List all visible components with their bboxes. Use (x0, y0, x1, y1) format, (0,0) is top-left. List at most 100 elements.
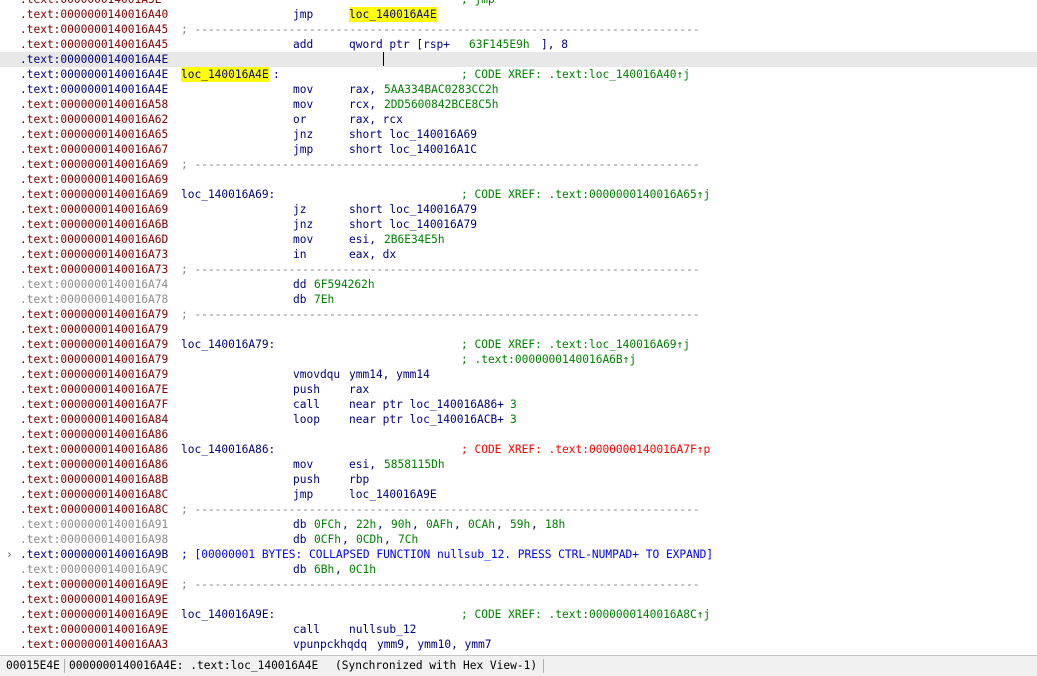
instruction-mnemonic: push (293, 383, 320, 396)
xref-comment[interactable]: ; CODE XREF: .text:0000000140016A65↑j (461, 187, 710, 202)
listing-line[interactable]: .text:0000000140016A9E (0, 592, 1037, 607)
listing-line[interactable]: .text:0000000140016A58 mov rcx, 2DD5600842… (0, 97, 1037, 112)
listing-line[interactable]: .text:0000000140016A4E loc_140016A4E: ; CO… (0, 67, 1037, 82)
line-address: .text:0000000140016A78 (20, 293, 169, 306)
numeric-constant: 90h (391, 518, 412, 531)
separator-line: ; --------------------------------------… (181, 503, 700, 516)
instruction-mnemonic: call (293, 398, 320, 411)
listing-line[interactable]: .text:0000000140016A73 in eax, dx (0, 247, 1037, 262)
line-address: .text:0000000140016A7E (20, 383, 169, 396)
listing-line[interactable]: .text:0000000140016A40 jmp loc_140016A4E (0, 7, 1037, 22)
listing-line[interactable]: .text:0000000140016A86 loc_140016A86: ; CO… (0, 442, 1037, 457)
xref-comment[interactable]: ; CODE XREF: .text:0000000140016A7F↑p (461, 442, 710, 457)
listing-line[interactable]: .text:0000000140016AA3 vpunpckhqdq ymm9, y… (0, 637, 1037, 652)
listing-line[interactable]: .text:0000000140016A74 dd 6F594262h (0, 277, 1037, 292)
numeric-constant: 18h (545, 518, 566, 531)
listing-line[interactable]: .text:0000000140016A9C db 6Bh, 0C1h (0, 562, 1037, 577)
listing-line[interactable]: .text:0000000140016A45 add qword ptr [rsp+… (0, 37, 1037, 52)
xref-comment[interactable]: ; jmp (461, 0, 495, 7)
listing-line[interactable]: .text:0000000140016A69 (0, 172, 1037, 187)
xref-comment[interactable]: ; CODE XREF: .text:loc_140016A40↑j (461, 67, 690, 82)
listing-line[interactable]: .text:0000000140016A9E call nullsub_12 (0, 622, 1037, 637)
numeric-constant: 7Eh (314, 293, 335, 306)
listing-line[interactable]: .text:0000000140016A91 db 0FCh, 22h, 90h,… (0, 517, 1037, 532)
line-address: .text:0000000140016A69 (20, 158, 169, 171)
instruction-mnemonic: db (293, 563, 314, 576)
instruction-mnemonic: jz (293, 203, 307, 216)
listing-line[interactable]: › .text:0000000140016A9B ; [00000001 BYTES… (0, 547, 1037, 562)
listing-line[interactable]: .text:0000000140016A84 loop near ptr loc_1… (0, 412, 1037, 427)
line-address: .text:0000000140016A9E (20, 593, 169, 606)
instruction-mnemonic: db (293, 533, 314, 546)
listing-line[interactable]: .text:0000000140016A86 mov esi, 5858115Dh (0, 457, 1037, 472)
listing-line[interactable]: .text:0000000140016A8C jmp loc_140016A9E (0, 487, 1037, 502)
numeric-constant: 22h (356, 518, 377, 531)
operand-text: rbp (349, 473, 370, 486)
xref-comment[interactable]: ; CODE XREF: .text:0000000140016A8C↑j (461, 607, 710, 622)
xref-comment[interactable]: ; CODE XREF: .text:loc_140016A69↑j (461, 337, 690, 352)
instruction-mnemonic: mov (293, 83, 314, 96)
line-address: .text:0000000140016A9E (20, 623, 169, 636)
listing-line[interactable]: .text:0000000140016A69 loc_140016A69: ; CO… (0, 187, 1037, 202)
listing-line[interactable]: .text:0000000140016A62 or rax, rcx (0, 112, 1037, 127)
line-address: .text:0000000140016A8C (20, 503, 169, 516)
instruction-mnemonic: add (293, 38, 314, 51)
numeric-constant: 0CDh (356, 533, 383, 546)
numeric-constant: 0FCh (314, 518, 341, 531)
code-label[interactable]: : (273, 67, 280, 82)
code-label[interactable]: loc_140016A86: (181, 442, 275, 457)
collapsed-function-notice[interactable]: ; [00000001 BYTES: COLLAPSED FUNCTION nu… (181, 547, 713, 562)
listing-line[interactable]: .text:0000000140016A69 jz short loc_140016… (0, 202, 1037, 217)
listing-line[interactable]: .text:0000000140016A79 (0, 322, 1037, 337)
status-location: 0000000140016A4E: .text:loc_140016A4E (69, 659, 319, 672)
line-address: .text:0000000140016A6B (20, 218, 169, 231)
listing-line[interactable]: .text:0000000140016A69 ; ----------------… (0, 157, 1037, 172)
code-label[interactable]: loc_140016A69: (181, 187, 275, 202)
expand-chevron-icon[interactable]: › (6, 547, 13, 562)
listing-line[interactable]: .text:0000000140016A8C ; ----------------… (0, 502, 1037, 517)
listing-line[interactable]: .text:0000000140016A79 loc_140016A79: ; CO… (0, 337, 1037, 352)
instruction-mnemonic: mov (293, 98, 314, 111)
listing-line[interactable]: .text:0000000140016A4E mov rax, 5AA334BAC0… (0, 82, 1037, 97)
operand-text: short loc_140016A69 (349, 128, 477, 141)
operand-text: , (377, 518, 391, 531)
listing-line[interactable]: .text:0000000140016A9E ; ----------------… (0, 577, 1037, 592)
listing-line[interactable]: .text:0000000140016A67 jmp short loc_14001… (0, 142, 1037, 157)
instruction-mnemonic: mov (293, 458, 314, 471)
listing-line[interactable]: .text:0000000140016A79 ; .text:0000000140… (0, 352, 1037, 367)
listing-line[interactable]: .text:0000000140016A4E (0, 52, 1037, 67)
listing-line[interactable]: .text:0000000140016A86 (0, 427, 1037, 442)
listing-line[interactable]: .text:0000000140016A7F call near ptr loc_1… (0, 397, 1037, 412)
xref-comment[interactable]: ; .text:0000000140016A6B↑j (461, 352, 636, 367)
line-address: .text:0000000140016A4E (20, 68, 169, 81)
text-caret (383, 52, 384, 66)
listing-line[interactable]: .text:0000000140016A9E loc_140016A9E: ; CO… (0, 607, 1037, 622)
instruction-mnemonic: jmp (293, 488, 314, 501)
listing-line[interactable]: .text:0000000140016A7E push rax (0, 382, 1037, 397)
instruction-mnemonic: jmp (293, 143, 314, 156)
disassembly-listing[interactable]: .text:000000014001A3E; jmp.text:00000001… (0, 0, 1037, 654)
listing-line[interactable]: .text:000000014001A3E ; jmp (0, 0, 1037, 7)
listing-line[interactable]: .text:0000000140016A79 ; ----------------… (0, 307, 1037, 322)
instruction-mnemonic: or (293, 113, 307, 126)
code-label[interactable]: loc_140016A9E: (181, 607, 275, 622)
listing-line[interactable]: .text:0000000140016A45 ; ----------------… (0, 22, 1037, 37)
listing-line[interactable]: .text:0000000140016A65 jnz short loc_14001… (0, 127, 1037, 142)
listing-line[interactable]: .text:0000000140016A6B jnz short loc_14001… (0, 217, 1037, 232)
jump-target-ref[interactable]: loc_140016A4E (349, 7, 437, 22)
code-label[interactable]: loc_140016A79: (181, 337, 275, 352)
listing-line[interactable]: .text:0000000140016A6D mov esi, 2B6E34E5h (0, 232, 1037, 247)
listing-line[interactable]: .text:0000000140016A79 vmovdqu ymm14, ymm1… (0, 367, 1037, 382)
listing-line[interactable]: .text:0000000140016A98 db 0CFh, 0CDh, 7Ch (0, 532, 1037, 547)
listing-line[interactable]: .text:0000000140016A8B push rbp (0, 472, 1037, 487)
operand-text: , (384, 533, 398, 546)
operand-text: eax, dx (349, 248, 397, 261)
line-address: .text:0000000140016A4E (20, 83, 169, 96)
listing-line[interactable]: .text:0000000140016AA8 jmp loc_140016AB4 (0, 652, 1037, 654)
numeric-constant: 3 (510, 413, 517, 426)
code-label[interactable]: loc_140016A4E (181, 67, 269, 82)
listing-line[interactable]: .text:0000000140016A73 ; ----------------… (0, 262, 1037, 277)
listing-line[interactable]: .text:0000000140016A78 db 7Eh (0, 292, 1037, 307)
operand-text: rax, (349, 83, 383, 96)
operand-text: short loc_140016A1C (349, 143, 477, 156)
